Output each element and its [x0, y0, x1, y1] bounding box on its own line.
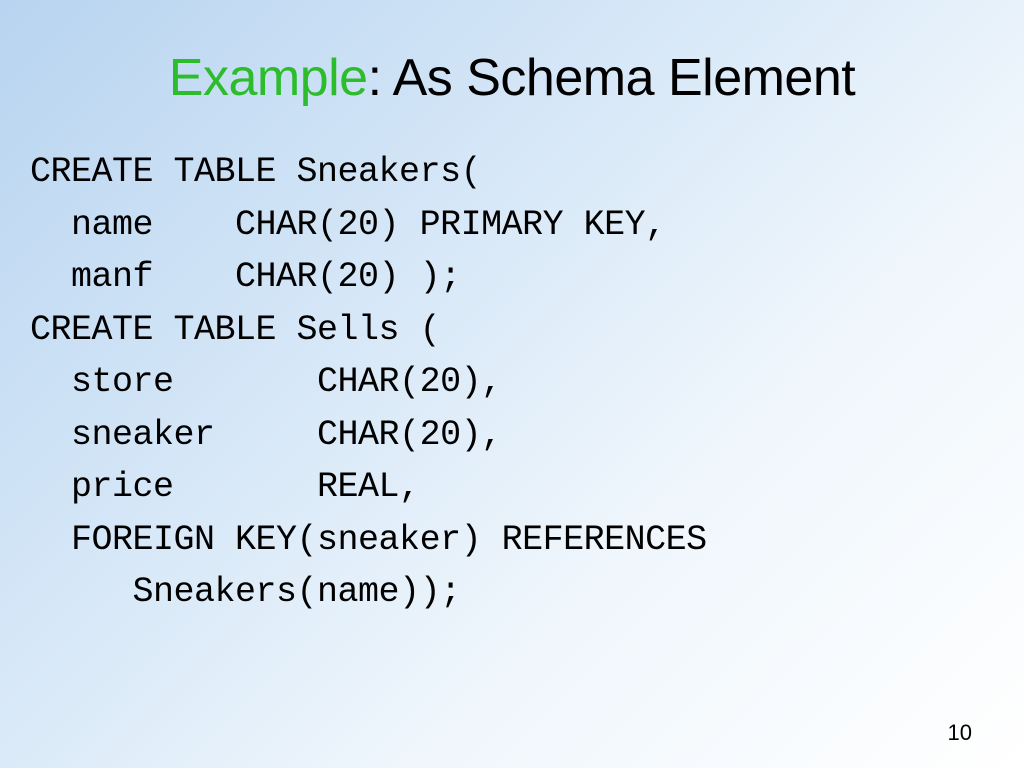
code-line: FOREIGN KEY(sneaker) REFERENCES — [30, 514, 994, 567]
code-line: Sneakers(name)); — [30, 566, 994, 619]
code-line: CREATE TABLE Sells ( — [30, 304, 994, 357]
code-line: store CHAR(20), — [30, 356, 994, 409]
sql-code-block: CREATE TABLE Sneakers( name CHAR(20) PRI… — [30, 146, 994, 619]
code-line: price REAL, — [30, 461, 994, 514]
page-number: 10 — [948, 720, 972, 746]
slide-title: Example: As Schema Element — [30, 48, 994, 108]
slide-container: Example: As Schema Element CREATE TABLE … — [0, 0, 1024, 768]
title-highlight: Example — [169, 49, 368, 107]
title-rest: : As Schema Element — [368, 49, 856, 107]
code-line: manf CHAR(20) ); — [30, 251, 994, 304]
code-line: name CHAR(20) PRIMARY KEY, — [30, 199, 994, 252]
code-line: sneaker CHAR(20), — [30, 409, 994, 462]
code-line: CREATE TABLE Sneakers( — [30, 146, 994, 199]
